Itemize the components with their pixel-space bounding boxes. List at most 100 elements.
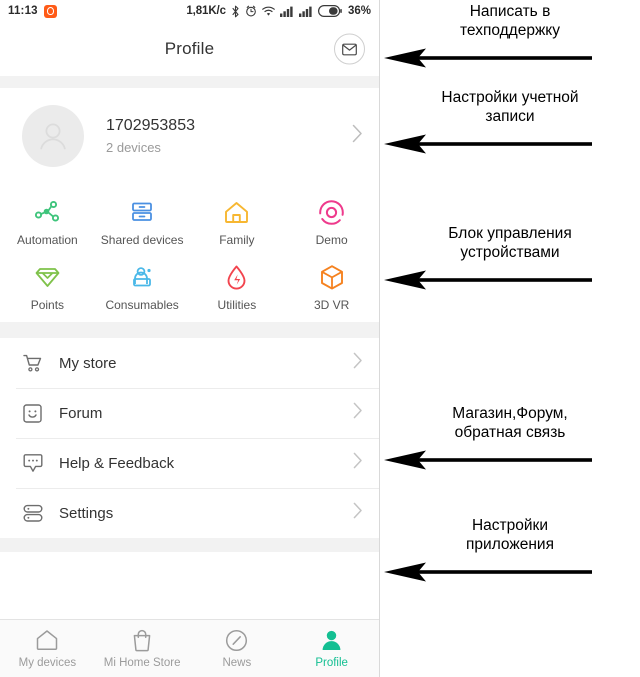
account-device-count: 2 devices (106, 140, 161, 155)
grid-item-demo[interactable]: Demo (284, 198, 379, 247)
notification-app-icon (43, 4, 57, 18)
screenshot-root: 11:13 1,81K/c 36% Profile 1702953853 2 d… (0, 0, 640, 677)
signal-icon (298, 6, 312, 17)
battery-percent: 36% (347, 5, 371, 17)
signal-icon (279, 6, 293, 17)
grid-item-label: Family (219, 233, 255, 247)
device-management-grid: Automation Shared devices Family Demo Po… (0, 184, 379, 322)
person-filled-icon (320, 628, 344, 652)
status-network-speed: 1,81K/c (186, 5, 226, 17)
list-item-my-store[interactable]: My store (0, 338, 379, 388)
section-divider (0, 538, 379, 552)
grid-row: Automation Shared devices Family Demo (0, 198, 379, 247)
grid-item-label: Demo (315, 233, 348, 247)
page-title: Profile (164, 39, 215, 58)
annotation-text: Магазин,Форум, обратная связь (452, 405, 568, 442)
battery-icon (317, 5, 342, 17)
account-text: 1702953853 2 devices (106, 117, 195, 155)
list-item-forum[interactable]: Forum (0, 388, 379, 438)
section-divider (0, 76, 379, 88)
avatar (22, 105, 84, 167)
compass-icon (225, 628, 249, 652)
status-right-cluster: 1,81K/c 36% (186, 5, 371, 18)
shopping-bag-icon (130, 628, 154, 652)
list-item-help-feedback[interactable]: Help & Feedback (0, 438, 379, 488)
grid-item-label: Consumables (105, 298, 179, 312)
app-header: Profile (0, 22, 379, 76)
grid-row: Points Consumables Utilities 3D VR (0, 263, 379, 312)
left-arrow-icon (384, 270, 592, 290)
diamond-icon (33, 263, 61, 291)
annotation-layer: Написать в техподдержку Настройки учетно… (380, 0, 640, 677)
alarm-icon (246, 5, 256, 17)
droplet-bolt-icon (223, 263, 251, 291)
tab-label: Profile (315, 657, 348, 669)
envelope-icon (342, 43, 357, 55)
chevron-right-icon (353, 402, 363, 424)
annotation-store-forum-feedback: Магазин,Форум, обратная связь (380, 404, 640, 473)
annotation-app-settings: Настройки приложения (380, 516, 640, 585)
bluetooth-icon (232, 5, 239, 17)
tab-profile[interactable]: Profile (284, 628, 379, 669)
chevron-right-icon (353, 452, 363, 474)
contact-support-button[interactable] (334, 33, 365, 65)
grid-item-points[interactable]: Points (0, 263, 95, 312)
grid-item-utilities[interactable]: Utilities (190, 263, 285, 312)
cube-icon (318, 263, 346, 291)
list-item-label: Settings (59, 504, 114, 522)
status-bar: 11:13 1,81K/c 36% (0, 0, 379, 22)
annotation-account-settings: Настройки учетной записи (380, 88, 640, 157)
tab-news[interactable]: News (190, 628, 285, 669)
annotation-support: Написать в техподдержку (380, 2, 640, 71)
tab-mi-home-store[interactable]: Mi Home Store (95, 628, 190, 669)
shared-devices-icon (128, 198, 156, 226)
grid-item-shared-devices[interactable]: Shared devices (95, 198, 190, 247)
grid-item-automation[interactable]: Automation (0, 198, 95, 247)
account-user-id: 1702953853 (106, 117, 195, 134)
tab-label: News (222, 657, 252, 669)
chevron-right-icon (353, 502, 363, 524)
annotation-text: Настройки приложения (466, 517, 554, 554)
left-arrow-icon (384, 48, 592, 68)
phone-screen: 11:13 1,81K/c 36% Profile 1702953853 2 d… (0, 0, 380, 677)
consumables-icon (128, 263, 156, 291)
home-icon (223, 198, 251, 226)
smiley-square-icon (22, 403, 43, 424)
chevron-right-icon (352, 124, 363, 148)
grid-item-label: Utilities (217, 298, 257, 312)
list-item-label: Help & Feedback (59, 454, 175, 472)
annotation-device-control: Блок управления устройствами (380, 224, 640, 293)
annotation-text: Написать в техподдержку (459, 3, 561, 40)
status-time: 11:13 (8, 5, 38, 17)
wifi-icon (262, 6, 275, 16)
tab-my-devices[interactable]: My devices (0, 628, 95, 669)
grid-item-family[interactable]: Family (190, 198, 285, 247)
grid-item-label: Points (30, 298, 65, 312)
left-arrow-icon (384, 134, 592, 154)
home-outline-icon (35, 628, 59, 652)
menu-list: My store Forum Help & Feedback Settings (0, 338, 379, 538)
automation-nodes-icon (33, 198, 61, 226)
chevron-right-icon (353, 352, 363, 374)
shopping-cart-icon (22, 353, 43, 374)
account-row[interactable]: 1702953853 2 devices (0, 88, 379, 184)
grid-item-label: Shared devices (100, 233, 184, 247)
grid-item-label: 3D VR (313, 298, 350, 312)
annotation-text: Блок управления устройствами (448, 225, 572, 262)
list-item-label: My store (59, 354, 117, 372)
annotation-text: Настройки учетной записи (441, 89, 579, 126)
chat-bubble-icon (22, 453, 43, 474)
list-item-settings[interactable]: Settings (0, 488, 379, 538)
tab-label: My devices (18, 657, 77, 669)
list-item-label: Forum (59, 404, 103, 422)
grid-item-3d-vr[interactable]: 3D VR (284, 263, 379, 312)
server-stack-icon (22, 503, 43, 524)
left-arrow-icon (384, 562, 592, 582)
grid-item-consumables[interactable]: Consumables (95, 263, 190, 312)
left-arrow-icon (384, 450, 592, 470)
grid-item-label: Automation (17, 233, 78, 247)
tab-label: Mi Home Store (103, 657, 181, 669)
demo-target-icon (318, 198, 346, 226)
content-spacer (0, 552, 379, 619)
person-avatar-icon (40, 123, 66, 150)
